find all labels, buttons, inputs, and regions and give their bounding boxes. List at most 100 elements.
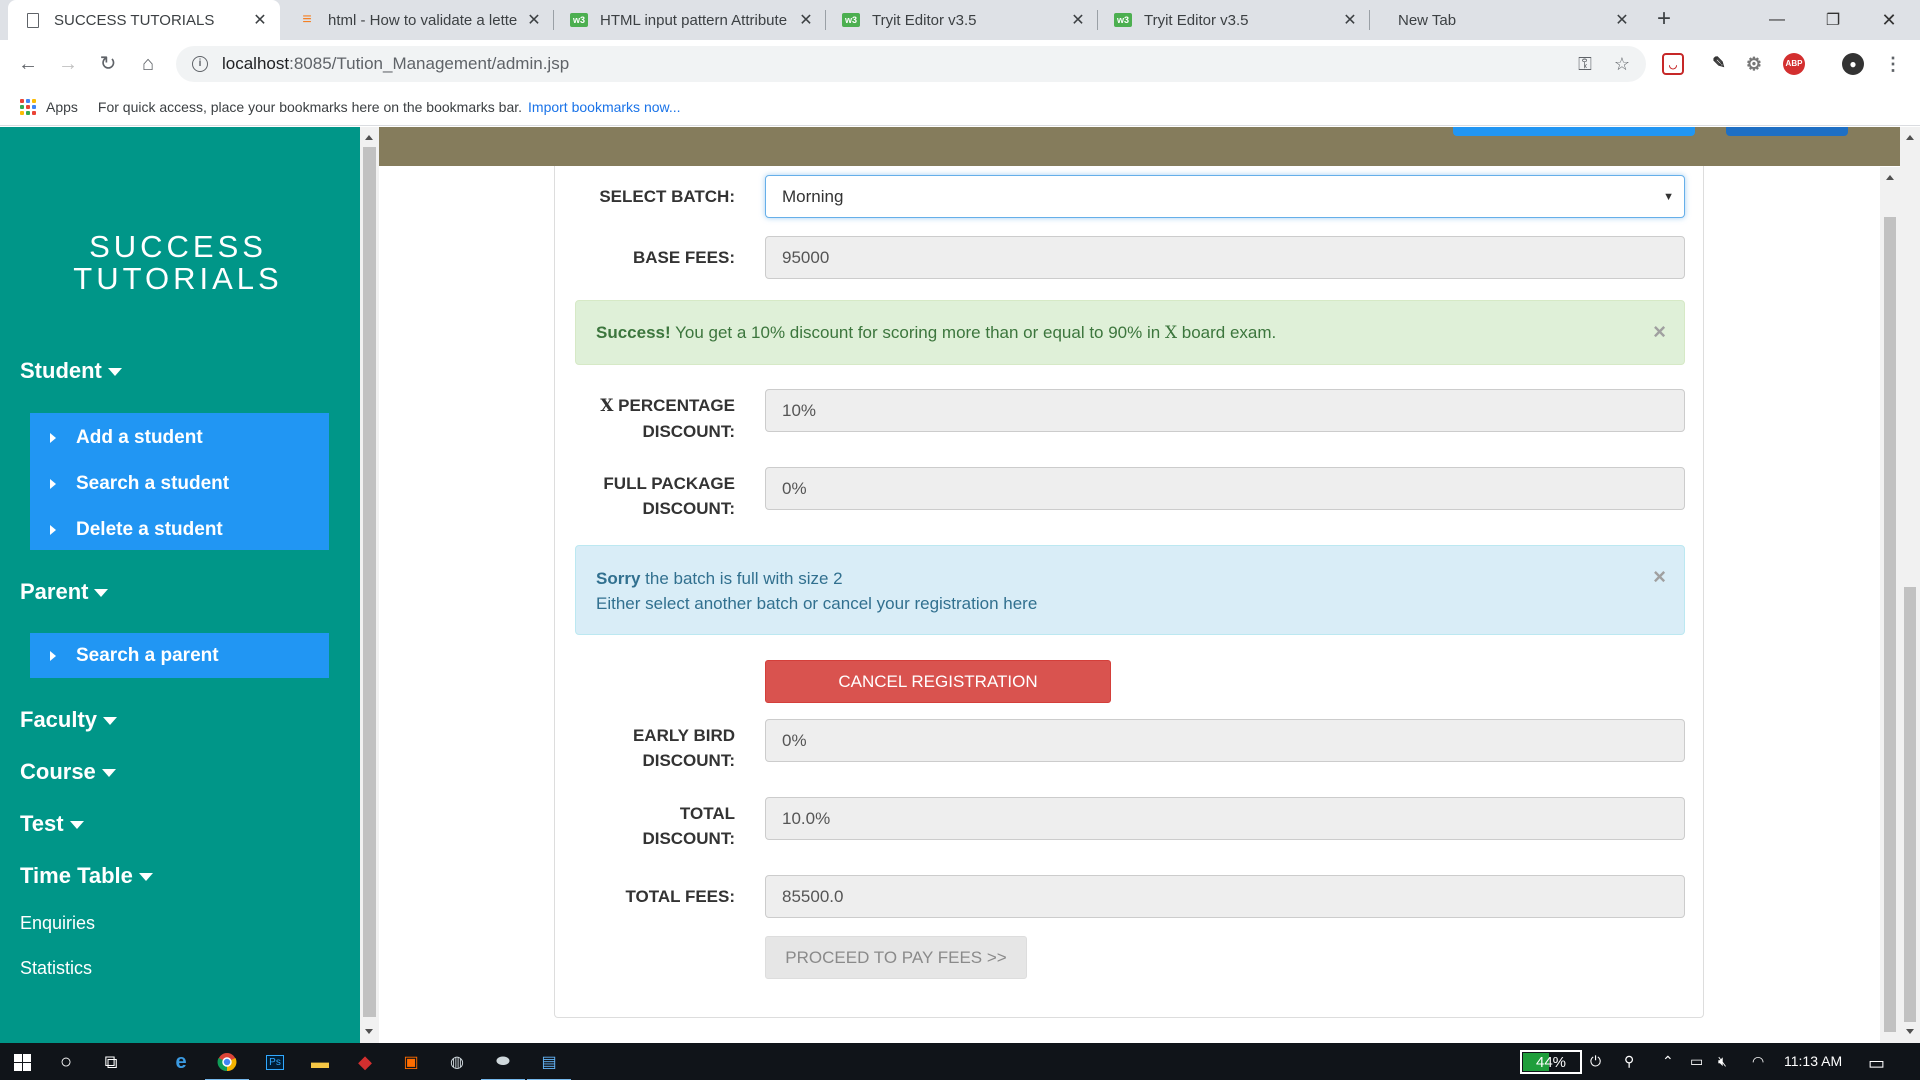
close-tab-icon[interactable]: ✕ — [1612, 10, 1632, 30]
show-hidden-icons-chevron[interactable]: ⌃ — [1662, 1053, 1674, 1070]
page-scrollbar[interactable] — [1900, 127, 1920, 1043]
x-discount-label: X PERCENTAGE DISCOUNT: — [600, 396, 735, 441]
menu-course[interactable]: Course — [20, 759, 116, 785]
submenu-delete-student[interactable]: Delete a student — [30, 507, 329, 553]
scrollbar-thumb[interactable] — [1884, 217, 1896, 1032]
close-tab-icon[interactable]: ✕ — [524, 10, 544, 30]
scroll-up-icon[interactable] — [1886, 175, 1894, 180]
people-icon[interactable]: ⚲ — [1624, 1053, 1634, 1070]
tab-tryit-editor-2[interactable]: w3 Tryit Editor v3.5 ✕ — [1098, 0, 1370, 40]
close-tab-icon[interactable]: ✕ — [796, 10, 816, 30]
caret-right-icon — [50, 433, 56, 443]
windows-start-icon[interactable] — [10, 1050, 34, 1074]
chrome-icon[interactable] — [205, 1050, 249, 1080]
forward-icon[interactable]: → — [56, 52, 80, 76]
back-icon[interactable]: ← — [16, 52, 40, 76]
profile-avatar[interactable]: ● — [1842, 53, 1864, 75]
battery-indicator[interactable]: 44% — [1520, 1050, 1582, 1074]
total-fees-label: TOTAL FEES: — [625, 887, 735, 906]
apps-icon[interactable] — [20, 98, 36, 115]
page-viewport: SUCCESS TUTORIALS Student Add a student … — [0, 127, 1920, 1043]
pocket-extension-icon[interactable]: ◡ — [1662, 53, 1684, 75]
task-view-icon[interactable]: ⧉ — [99, 1050, 123, 1074]
student-submenu: Add a student Search a student Delete a … — [30, 413, 329, 550]
submenu-search-student[interactable]: Search a student — [30, 461, 329, 507]
app-icon-orange[interactable]: ▣ — [399, 1050, 423, 1074]
submenu-add-student[interactable]: Add a student — [30, 415, 329, 461]
address-bar[interactable]: i localhost:8085/Tution_Management/admin… — [176, 46, 1646, 82]
total-discount-field[interactable]: 10.0% — [765, 797, 1685, 840]
alert-line-2: Either select another batch or cancel yo… — [596, 594, 1038, 613]
close-window-icon[interactable]: ✕ — [1866, 0, 1912, 40]
photoshop-icon[interactable]: Ps — [263, 1050, 287, 1074]
base-fees-field[interactable]: 95000 — [765, 236, 1685, 279]
close-tab-icon[interactable]: ✕ — [1068, 10, 1088, 30]
cancel-registration-button[interactable]: CANCEL REGISTRATION — [765, 660, 1111, 703]
menu-statistics[interactable]: Statistics — [20, 958, 92, 979]
success-alert-text: Success! You get a 10% discount for scor… — [596, 322, 1277, 343]
caret-down-icon — [94, 589, 109, 598]
close-icon[interactable]: × — [1653, 319, 1666, 345]
tab-new-tab[interactable]: New Tab ✕ — [1370, 0, 1642, 40]
content-scrollbar[interactable] — [1880, 167, 1900, 1043]
close-icon[interactable]: × — [1653, 564, 1666, 589]
menu-test[interactable]: Test — [20, 811, 84, 837]
pen-extension-icon[interactable]: ✎ — [1708, 53, 1730, 75]
proceed-to-pay-button[interactable]: PROCEED TO PAY FEES >> — [765, 936, 1027, 979]
key-icon[interactable]: ⚿ — [1578, 54, 1592, 75]
scroll-up-icon[interactable] — [1906, 135, 1914, 140]
menu-parent[interactable]: Parent — [20, 579, 109, 605]
brand-logo-text: SUCCESS TUTORIALS — [73, 229, 283, 296]
sidebar-scrollbar[interactable] — [360, 127, 379, 1043]
total-fees-field[interactable]: 85500.0 — [765, 875, 1685, 918]
full-package-field[interactable]: 0% — [765, 467, 1685, 510]
import-bookmarks-link[interactable]: Import bookmarks now... — [528, 99, 681, 115]
tab-tryit-editor-1[interactable]: w3 Tryit Editor v3.5 ✕ — [826, 0, 1098, 40]
minimize-icon[interactable]: — — [1754, 0, 1800, 40]
menu-student[interactable]: Student — [20, 358, 122, 384]
scrollbar-thumb[interactable] — [363, 147, 376, 1017]
early-bird-field[interactable]: 0% — [765, 719, 1685, 762]
apps-link[interactable]: Apps — [46, 99, 78, 115]
x-discount-field[interactable]: 10% — [765, 389, 1685, 432]
volume-muted-icon[interactable]: 🔇︎ — [1718, 1053, 1727, 1070]
menu-enquiries[interactable]: Enquiries — [20, 913, 95, 934]
reload-icon[interactable]: ↻ — [96, 52, 120, 76]
header-button[interactable] — [1726, 127, 1848, 136]
header-button[interactable] — [1453, 127, 1695, 136]
home-icon[interactable]: ⌂ — [136, 52, 160, 76]
batch-select[interactable]: Morning ▼ — [765, 175, 1685, 218]
gear-extension-icon[interactable]: ⚙ — [1743, 53, 1765, 75]
action-center-icon[interactable]: ▭ — [1868, 1053, 1885, 1074]
cortana-search-icon[interactable]: ○ — [54, 1050, 78, 1074]
close-tab-icon[interactable]: ✕ — [1340, 10, 1360, 30]
menu-time-table[interactable]: Time Table — [20, 863, 153, 889]
wifi-icon[interactable]: ◠ — [1752, 1053, 1764, 1070]
site-info-icon[interactable]: i — [192, 56, 208, 72]
battery-tray-icon[interactable]: ▭ — [1690, 1053, 1703, 1070]
scroll-down-icon[interactable] — [365, 1029, 373, 1034]
menu-kebab-icon[interactable]: ⋮ — [1882, 53, 1904, 75]
clock-time[interactable]: 11:13 AM — [1784, 1053, 1842, 1069]
adblock-icon[interactable]: ABP — [1783, 53, 1805, 75]
edge-icon[interactable]: e — [169, 1050, 193, 1074]
x-discount-row: X PERCENTAGE DISCOUNT: 10% — [555, 389, 1705, 441]
caret-down-icon — [107, 368, 122, 377]
tab-success-tutorials[interactable]: SUCCESS TUTORIALS ✕ — [8, 0, 280, 40]
tab-stackoverflow[interactable]: ≡ html - How to validate a lette ✕ — [282, 0, 554, 40]
bookmark-star-icon[interactable]: ☆ — [1614, 54, 1630, 75]
scroll-down-icon[interactable] — [1906, 1029, 1914, 1034]
submenu-search-parent[interactable]: Search a parent — [30, 633, 329, 678]
app-icon-window[interactable]: ▤ — [527, 1050, 571, 1080]
scrollbar-thumb[interactable] — [1904, 587, 1916, 1022]
mcafee-icon[interactable]: ◆ — [353, 1050, 377, 1074]
scroll-up-icon[interactable] — [365, 135, 373, 140]
file-explorer-icon[interactable]: ▬ — [308, 1050, 332, 1074]
close-tab-icon[interactable]: ✕ — [250, 10, 270, 30]
app-icon-drive[interactable]: ⬬ — [481, 1050, 525, 1080]
restore-icon[interactable]: ❐ — [1810, 0, 1856, 40]
new-tab-button[interactable]: + — [1652, 7, 1676, 32]
tab-html-input-pattern[interactable]: w3 HTML input pattern Attribute ✕ — [554, 0, 826, 40]
app-icon-globe[interactable]: ◍ — [445, 1050, 469, 1074]
menu-faculty[interactable]: Faculty — [20, 707, 118, 733]
